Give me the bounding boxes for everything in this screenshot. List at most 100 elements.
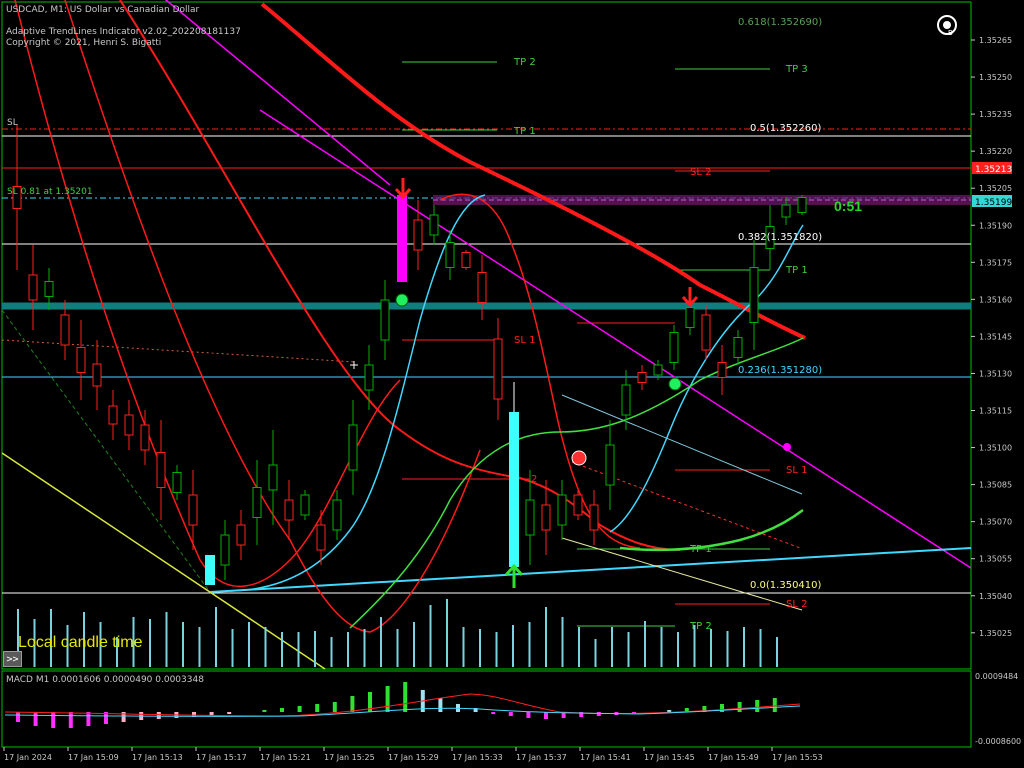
fib-level-500: 0.5(1.352260) bbox=[750, 123, 822, 134]
time-tick-label: 17 Jan 15:49 bbox=[708, 753, 759, 762]
time-tick-label: 17 Jan 15:09 bbox=[68, 753, 119, 762]
red-thin-curve-1 bbox=[14, 0, 401, 587]
crosshair-icon bbox=[350, 361, 358, 369]
macd-label: MACD M1 0.0001606 0.0000490 0.0003348 bbox=[6, 675, 204, 685]
price-tick-label: 1.35025 bbox=[979, 629, 1012, 638]
fib-level-618: 0.618(1.352690) bbox=[738, 17, 823, 28]
chart-symbol-title: USDCAD, M1: US Dollar vs Canadian Dollar bbox=[6, 5, 200, 15]
candle-body bbox=[797, 197, 807, 213]
logo-icon[interactable]: B bbox=[936, 14, 958, 36]
candle-body bbox=[621, 384, 631, 416]
time-tick-label: 17 Jan 15:45 bbox=[644, 753, 695, 762]
time-tick-label: 17 Jan 15:25 bbox=[324, 753, 375, 762]
candle-body bbox=[284, 499, 294, 521]
tp3-label: TP 3 bbox=[786, 64, 808, 75]
macd-axis-top: 0.0009484 bbox=[975, 672, 1018, 681]
tp-sl-segments bbox=[402, 61, 770, 627]
sl2-low-label: SL 2 bbox=[786, 599, 808, 610]
main-chart[interactable]: 1.35265 1.35250 1.35235 1.35220 1.35205 1.351… bbox=[0, 0, 1024, 768]
bid-price-badge-text: 1.35199 bbox=[975, 198, 1012, 208]
price-tick-label: 1.35235 bbox=[979, 110, 1012, 119]
candle-body bbox=[140, 424, 150, 451]
signal-dot-icon bbox=[783, 443, 791, 451]
price-tick-label: 1.35145 bbox=[979, 332, 1012, 341]
candle-body bbox=[653, 364, 663, 376]
indicator-name: Adaptive TrendLines Indicator v2.02_2022… bbox=[6, 27, 241, 37]
cyan-signal-bar bbox=[509, 412, 519, 567]
price-tick-label: 1.35100 bbox=[979, 444, 1012, 453]
candle-body bbox=[413, 219, 423, 251]
candle-body bbox=[781, 204, 791, 218]
sl-left-label: SL bbox=[7, 118, 18, 128]
signal-dot-icon bbox=[668, 377, 682, 391]
time-tick-label: 17 Jan 2024 bbox=[4, 753, 52, 762]
candle-body bbox=[717, 362, 727, 378]
candle-body bbox=[76, 347, 86, 373]
candle-body bbox=[188, 494, 198, 526]
up-arrow-icon bbox=[504, 563, 524, 588]
candle-body bbox=[701, 314, 711, 351]
price-tick-label: 1.35130 bbox=[979, 369, 1012, 378]
price-tick-label: 1.35055 bbox=[979, 555, 1012, 564]
tp1-mid-label: TP 1 bbox=[786, 265, 808, 276]
down-arrow-icon bbox=[681, 287, 699, 308]
white-channel-top bbox=[561, 394, 803, 495]
candlesticks bbox=[12, 125, 807, 580]
candle-body bbox=[348, 424, 358, 471]
price-panel-frame bbox=[1, 1, 972, 670]
candle-body bbox=[364, 364, 374, 391]
candle-body bbox=[477, 272, 487, 303]
time-tick-label: 17 Jan 15:41 bbox=[580, 753, 631, 762]
price-tick-label: 1.35040 bbox=[979, 592, 1012, 601]
price-tick-label: 1.35205 bbox=[979, 184, 1012, 193]
candle-body bbox=[429, 214, 439, 236]
signal-dot-icon bbox=[571, 450, 587, 466]
price-tick-label: 1.35085 bbox=[979, 481, 1012, 490]
candle-body bbox=[380, 299, 390, 341]
down-arrow-icon bbox=[394, 178, 412, 200]
orange-dotted-line bbox=[1, 339, 356, 363]
candle-timer: 0:51 bbox=[834, 198, 863, 214]
magenta-signal-bar bbox=[397, 195, 407, 282]
green-dashed-line bbox=[1, 309, 211, 593]
candle-body bbox=[300, 494, 310, 516]
fib-level-000: 0.0(1.350410) bbox=[750, 580, 822, 591]
candle-body bbox=[316, 524, 326, 551]
macd-axis-bottom: -0.0008600 bbox=[975, 737, 1021, 746]
candle-body bbox=[44, 281, 54, 297]
price-tick-label: 1.35070 bbox=[979, 518, 1012, 527]
time-tick-label: 17 Jan 15:53 bbox=[772, 753, 823, 762]
candle-body bbox=[749, 267, 759, 323]
time-tick-label: 17 Jan 15:29 bbox=[388, 753, 439, 762]
time-axis: 17 Jan 2024 17 Jan 15:09 17 Jan 15:13 17 Ja… bbox=[3, 747, 823, 762]
candle-body bbox=[108, 405, 118, 425]
sl2-top-label: SL 2 bbox=[690, 167, 712, 178]
candle-body bbox=[733, 337, 743, 358]
svg-text:B: B bbox=[948, 29, 953, 36]
fib-level-236: 0.236(1.351280) bbox=[738, 365, 823, 376]
time-tick-label: 17 Jan 15:37 bbox=[516, 753, 567, 762]
sl1-right-label: SL 1 bbox=[786, 465, 808, 476]
candle-body bbox=[573, 494, 583, 516]
cyan-support-line bbox=[209, 547, 972, 593]
candle-body bbox=[332, 499, 342, 531]
candle-body bbox=[252, 487, 262, 518]
red-price-badge-text: 1.35213 bbox=[975, 165, 1012, 175]
price-tick-label: 1.35250 bbox=[979, 73, 1012, 82]
tp2-low-label: TP 2 bbox=[690, 621, 712, 632]
time-tick-label: 17 Jan 15:17 bbox=[196, 753, 247, 762]
tp2-top-label: TP 2 bbox=[514, 57, 536, 68]
candle-body bbox=[172, 472, 182, 493]
candle-body bbox=[28, 274, 38, 301]
tp1-top-label: TP 1 bbox=[514, 126, 536, 137]
trend-lines bbox=[1, 0, 972, 670]
price-tick-label: 1.35220 bbox=[979, 147, 1012, 156]
scroll-right-button[interactable]: >> bbox=[3, 651, 22, 667]
candle-body bbox=[605, 444, 615, 486]
candle-body bbox=[525, 499, 535, 536]
candle-body bbox=[156, 452, 166, 488]
number-two-label: 2 bbox=[531, 474, 538, 485]
price-tick-label: 1.35160 bbox=[979, 295, 1012, 304]
candle-body bbox=[461, 252, 471, 268]
horizontal-levels bbox=[2, 128, 971, 594]
